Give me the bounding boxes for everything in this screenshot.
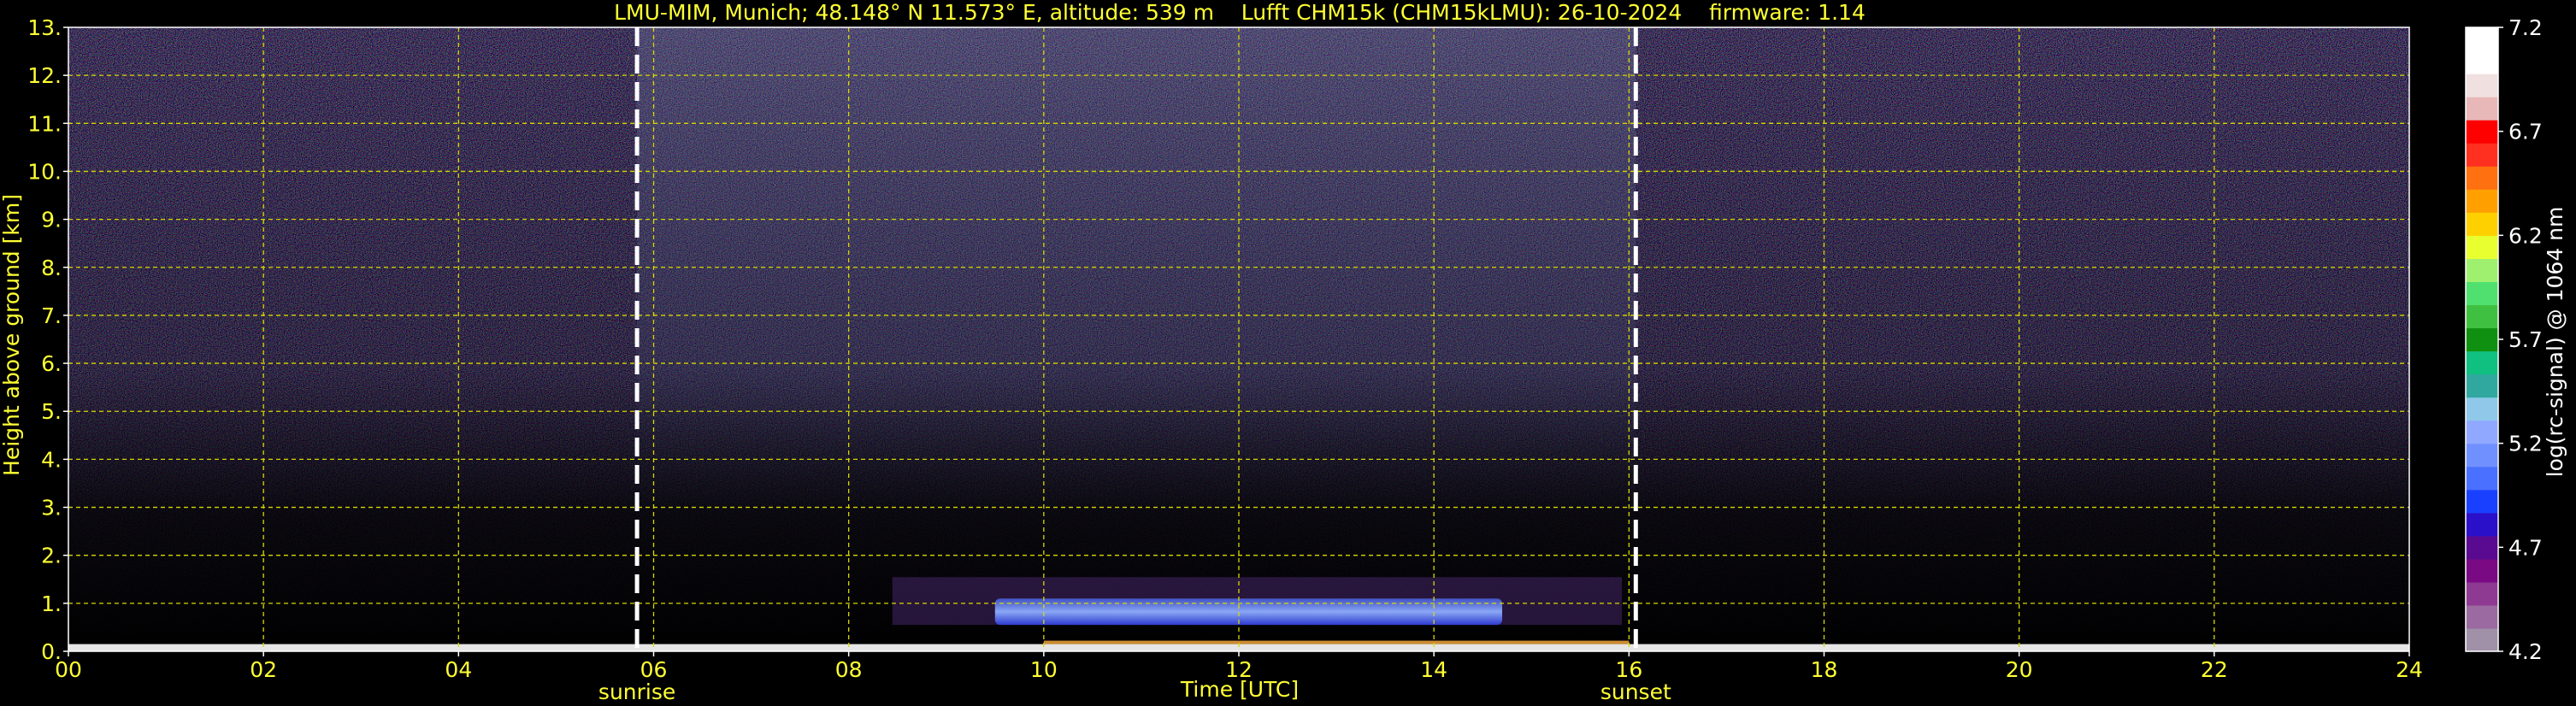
colorbar-segment — [2466, 50, 2498, 74]
x-tick-label: 22 — [2201, 657, 2228, 682]
y-tick-label: 3. — [41, 496, 62, 521]
colorbar-segment — [2466, 558, 2498, 583]
x-tick-label: 14 — [1420, 657, 1447, 682]
colorbar-segment — [2466, 627, 2498, 652]
y-tick-label: 10. — [27, 159, 62, 184]
x-tick-label: 18 — [1811, 657, 1838, 682]
ceilometer-chart: sunrise sunset 00 02 04 06 08 10 12 14 16 18 20 22 24… — [0, 0, 2567, 704]
colorbar-segment — [2466, 466, 2498, 491]
colorbar-segment — [2466, 512, 2498, 537]
x-tick-label: 06 — [640, 657, 668, 682]
x-tick-label: 16 — [1615, 657, 1642, 682]
colorbar-segment — [2466, 97, 2498, 121]
colorbar-tick-label: 6.7 — [2508, 120, 2543, 144]
y-tick-label: 4. — [41, 447, 62, 472]
colorbar-segment — [2466, 166, 2498, 190]
colorbar-segment — [2466, 443, 2498, 468]
colorbar-segment — [2466, 258, 2498, 283]
chart-title: LMU-MIM, Munich; 48.148° N 11.573° E, al… — [614, 0, 1866, 25]
colorbar-segment — [2466, 374, 2498, 398]
y-tick-label: 8. — [41, 256, 62, 280]
y-tick-label: 2. — [41, 544, 62, 568]
x-tick-label: 08 — [835, 657, 863, 682]
y-tick-label: 9. — [41, 208, 62, 232]
colorbar: 4.2 4.7 5.2 5.7 6.2 6.7 7.2 — [2465, 15, 2543, 664]
colorbar-segment — [2466, 604, 2498, 629]
x-axis-label: Time [UTC] — [1180, 677, 1299, 702]
colorbar-segment — [2466, 581, 2498, 606]
aerosol-layer — [994, 598, 1503, 626]
y-tick-label: 5. — [41, 399, 62, 424]
y-tick-label: 7. — [41, 303, 62, 328]
colorbar-tick-label: 5.7 — [2508, 327, 2543, 352]
colorbar-segment — [2466, 397, 2498, 421]
y-axis-label: Height above ground [km] — [0, 194, 24, 476]
colorbar-segment — [2466, 489, 2498, 514]
x-tick-label: 10 — [1030, 657, 1058, 682]
ground-signal-warm — [1043, 640, 1630, 644]
colorbar-segment — [2466, 304, 2498, 329]
colorbar-segment — [2466, 74, 2498, 97]
y-tick-label: 0. — [41, 639, 62, 664]
colorbar-tick-label: 6.2 — [2508, 223, 2543, 248]
colorbar-segment — [2466, 327, 2498, 352]
colorbar-segment — [2466, 143, 2498, 167]
colorbar-tick-label: 7.2 — [2508, 15, 2543, 40]
sunrise-label: sunrise — [598, 680, 675, 704]
x-tick-label: 04 — [445, 657, 472, 682]
colorbar-segment — [2466, 120, 2498, 144]
colorbar-tick-label: 4.2 — [2508, 639, 2543, 664]
y-tick-label: 11. — [27, 111, 62, 136]
colorbar-segment — [2466, 212, 2498, 236]
x-tick-label: 02 — [250, 657, 277, 682]
colorbar-segment — [2466, 350, 2498, 375]
y-axis-ticks: 0. 1. 2. 3. 4. 5. 6. 7. 8. 9. 10. 11. 12. 13. — [27, 15, 68, 664]
colorbar-label: log(rc-signal) @ 1064 nm — [2543, 207, 2567, 478]
colorbar-segment — [2466, 189, 2498, 213]
colorbar-segment — [2466, 27, 2498, 51]
y-tick-label: 13. — [27, 15, 62, 40]
x-tick-label: 24 — [2396, 657, 2423, 682]
colorbar-segment — [2466, 535, 2498, 560]
sunset-label: sunset — [1600, 680, 1671, 704]
colorbar-segment — [2466, 235, 2498, 259]
colorbar-segment — [2466, 420, 2498, 444]
y-tick-label: 6. — [41, 351, 62, 376]
colorbar-tick-label: 5.2 — [2508, 432, 2543, 456]
y-tick-label: 12. — [27, 63, 62, 88]
x-tick-label: 20 — [2006, 657, 2033, 682]
y-tick-label: 1. — [41, 591, 62, 616]
colorbar-tick-label: 4.7 — [2508, 535, 2543, 560]
colorbar-segment — [2466, 281, 2498, 306]
